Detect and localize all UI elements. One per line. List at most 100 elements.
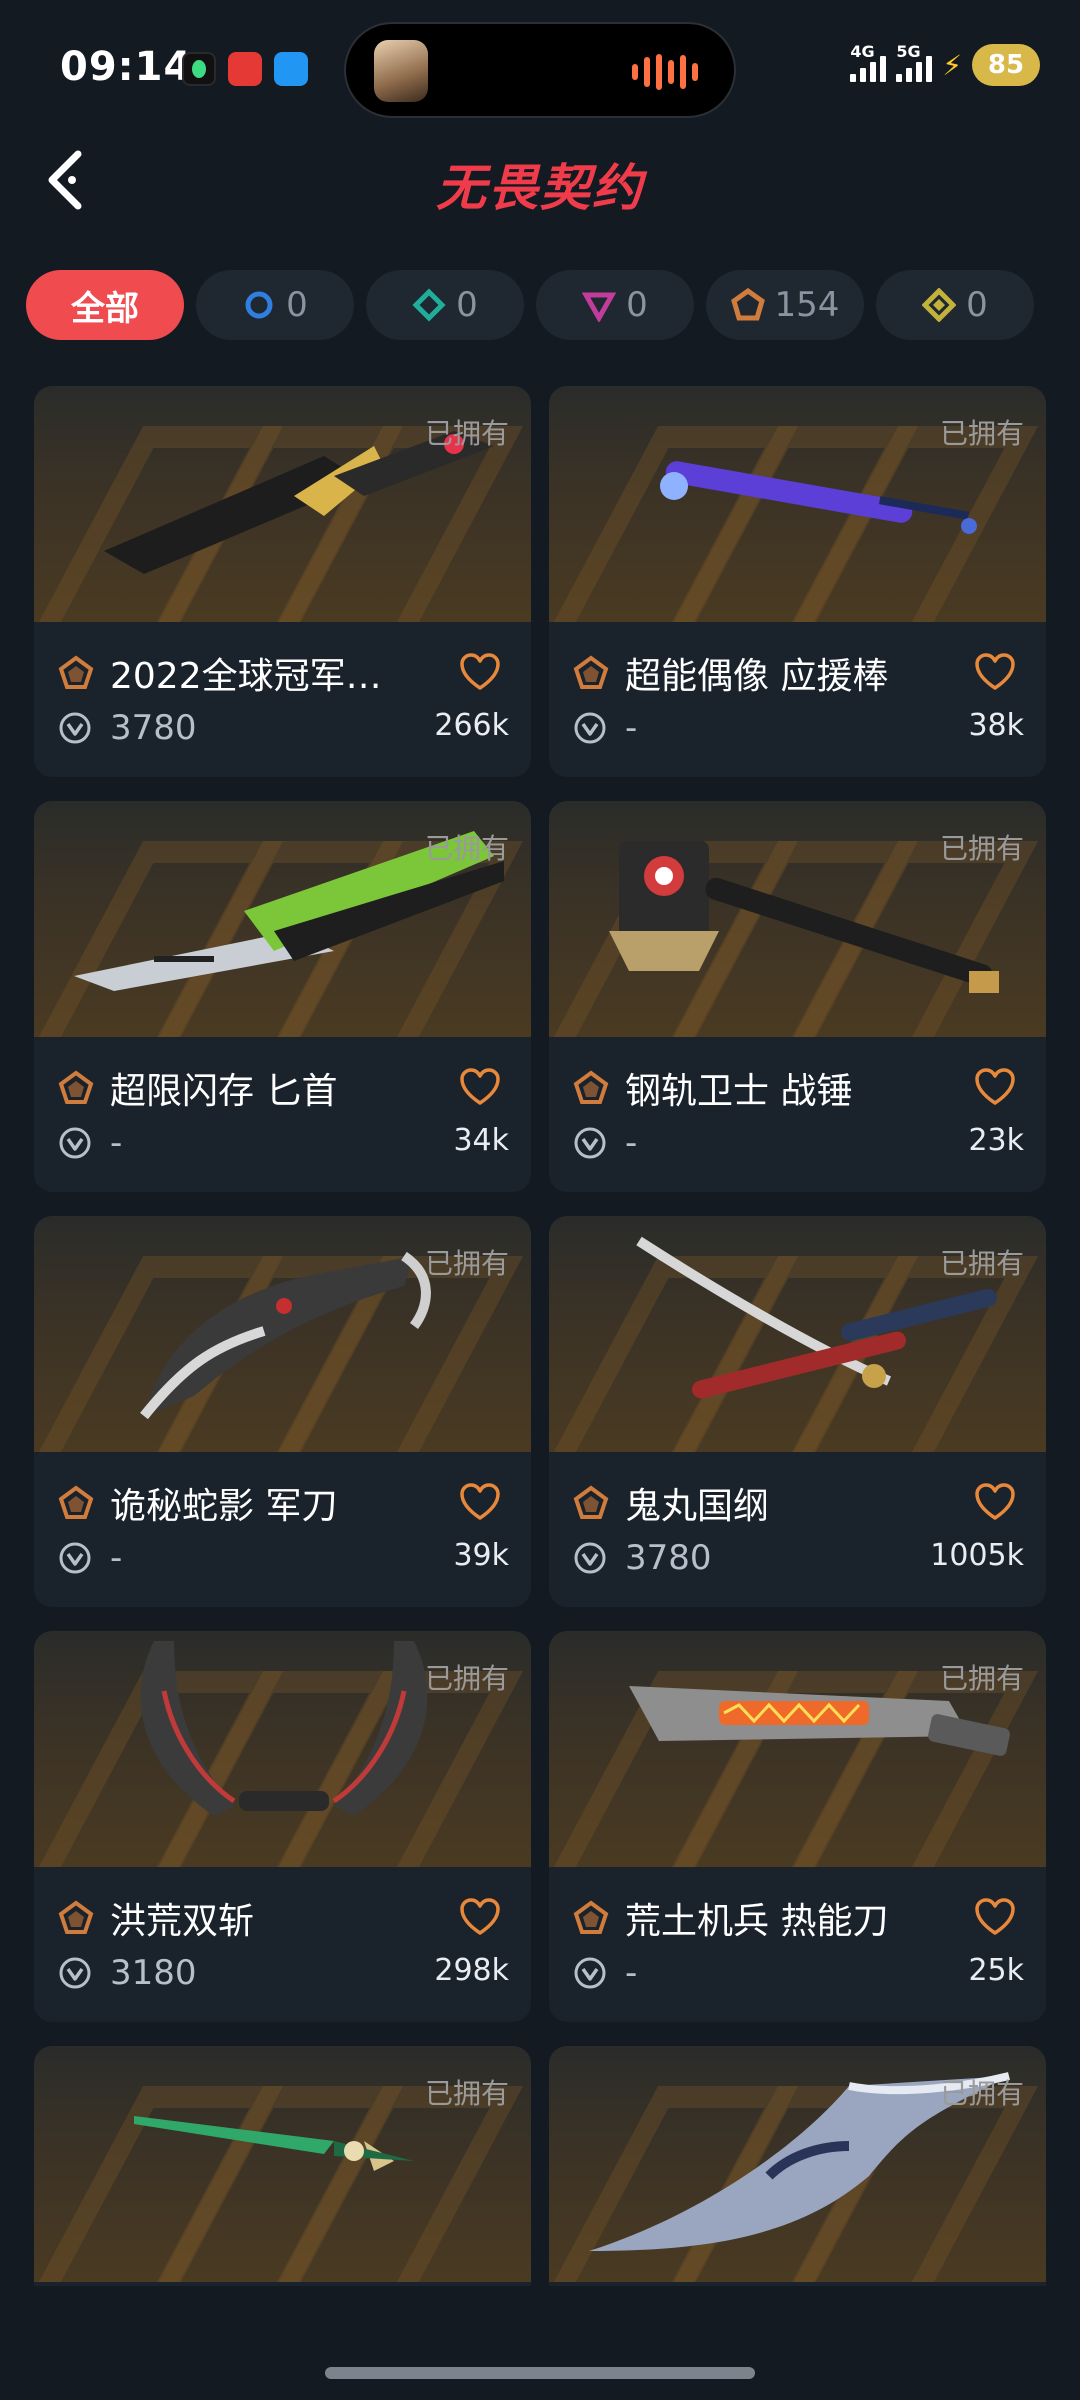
skin-card[interactable]: 已拥有 [549, 2046, 1046, 2286]
skin-name: 鬼丸国纲 [625, 1486, 770, 1527]
owned-label: 已拥有 [939, 417, 1024, 450]
pentagon-tier-icon [573, 1070, 609, 1104]
price-row: - [58, 1123, 122, 1163]
card-title-row: 超能偶像 应援棒 [573, 648, 1033, 698]
skin-art: 已拥有 [34, 1216, 531, 1452]
skin-art: 已拥有 [34, 801, 531, 1037]
skin-name: 超限闪存 匕首 [110, 1071, 338, 1112]
app-notification-icon [274, 52, 308, 86]
card-title-row: 钢轨卫士 战锤 [573, 1063, 1033, 1113]
skin-price: 3180 [110, 1953, 197, 1993]
rarity-filter-bar: 全部 0 0 0 154 0 [26, 270, 1034, 340]
page-title: 无畏契约 [436, 159, 644, 217]
skin-card[interactable]: 已拥有 洪荒双斩 3180 298k [34, 1631, 531, 2022]
signal-5g-icon: 5G [896, 42, 933, 82]
card-title-row: 荒土机兵 热能刀 [573, 1893, 1033, 1943]
heart-icon[interactable] [974, 1482, 1016, 1522]
valorant-points-icon [59, 1957, 91, 1989]
audio-wave-icon [632, 54, 698, 90]
valorant-points-icon [574, 1127, 606, 1159]
skin-name: 钢轨卫士 战锤 [625, 1071, 853, 1112]
skin-price: - [110, 1538, 123, 1578]
skin-name: 洪荒双斩 [110, 1901, 255, 1942]
heart-icon[interactable] [459, 1482, 501, 1522]
skin-grid: 已拥有 2022全球冠军… 3780 266k 已拥有 超能偶像 应援棒 - 3… [34, 386, 1046, 2286]
like-count: 25k [968, 1953, 1024, 1988]
filter-all-chip[interactable]: 全部 [26, 270, 184, 340]
network-label: 4G [850, 42, 875, 61]
skin-card[interactable]: 已拥有 [34, 2046, 531, 2286]
pentagon-tier-icon [573, 1900, 609, 1934]
skin-price: - [625, 708, 638, 748]
skin-price: - [625, 1953, 638, 1993]
filter-deluxe-chip[interactable]: 0 [366, 270, 524, 340]
heart-icon[interactable] [974, 652, 1016, 692]
signal-4g-icon: 4G [850, 42, 887, 82]
filter-select-chip[interactable]: 0 [196, 270, 354, 340]
pentagon-tier-icon [573, 655, 609, 689]
price-row: - [573, 1123, 637, 1163]
like-count: 38k [968, 708, 1024, 743]
filter-exclusive-chip[interactable]: 154 [706, 270, 864, 340]
skin-art: 已拥有 [549, 386, 1046, 622]
valorant-points-icon [59, 1127, 91, 1159]
skin-name: 2022全球冠军… [110, 656, 382, 697]
skin-price: 3780 [625, 1538, 712, 1578]
valorant-points-icon [574, 712, 606, 744]
pentagon-tier-icon [573, 1485, 609, 1519]
card-title-row: 2022全球冠军… [58, 648, 518, 698]
price-row: - [573, 1953, 637, 1993]
skin-card[interactable]: 已拥有 鬼丸国纲 3780 1005k [549, 1216, 1046, 1607]
skin-card[interactable]: 已拥有 超限闪存 匕首 - 34k [34, 801, 531, 1192]
heart-icon[interactable] [459, 1897, 501, 1937]
skin-price: - [110, 1123, 123, 1163]
clock: 09:14 [60, 44, 193, 90]
heart-icon[interactable] [974, 1897, 1016, 1937]
owned-label: 已拥有 [939, 2077, 1024, 2110]
dynamic-island-media[interactable] [344, 22, 736, 118]
heart-icon[interactable] [459, 652, 501, 692]
skin-card[interactable]: 已拥有 钢轨卫士 战锤 - 23k [549, 801, 1046, 1192]
app-notification-icon [182, 52, 216, 86]
like-count: 39k [453, 1538, 509, 1573]
owned-label: 已拥有 [939, 1247, 1024, 1280]
battery-icon: 85 [972, 44, 1040, 86]
notification-icons [182, 52, 308, 86]
chip-count: 0 [626, 285, 648, 325]
owned-label: 已拥有 [939, 832, 1024, 865]
like-count: 298k [434, 1953, 509, 1988]
skin-card[interactable]: 已拥有 诡秘蛇影 军刀 - 39k [34, 1216, 531, 1607]
price-row: 3780 [573, 1538, 712, 1578]
card-title-row: 洪荒双斩 [58, 1893, 518, 1943]
skin-card[interactable]: 已拥有 荒土机兵 热能刀 - 25k [549, 1631, 1046, 2022]
circle-gem-icon [245, 291, 273, 319]
owned-label: 已拥有 [939, 1662, 1024, 1695]
skin-art: 已拥有 [549, 2046, 1046, 2282]
card-title-row: 诡秘蛇影 军刀 [58, 1478, 518, 1528]
price-row: 3180 [58, 1953, 197, 1993]
price-row: - [573, 708, 637, 748]
filter-ultra-chip[interactable]: 0 [876, 270, 1034, 340]
skin-price: - [625, 1123, 638, 1163]
pentagon-tier-icon [58, 655, 94, 689]
skin-art: 已拥有 [549, 801, 1046, 1037]
home-indicator[interactable] [325, 2367, 755, 2379]
header: 无畏契约 [0, 130, 1080, 230]
chip-count: 154 [774, 285, 840, 325]
chip-label: 全部 [71, 288, 139, 329]
heart-icon[interactable] [974, 1067, 1016, 1107]
heart-icon[interactable] [459, 1067, 501, 1107]
triangle-gem-icon [582, 292, 617, 322]
card-title-row: 超限闪存 匕首 [58, 1063, 518, 1113]
skin-card[interactable]: 已拥有 2022全球冠军… 3780 266k [34, 386, 531, 777]
network-label: 5G [896, 42, 921, 61]
skin-price: 3780 [110, 708, 197, 748]
like-count: 266k [434, 708, 509, 743]
filter-premium-chip[interactable]: 0 [536, 270, 694, 340]
valorant-points-icon [574, 1957, 606, 1989]
owned-label: 已拥有 [424, 1247, 509, 1280]
skin-card[interactable]: 已拥有 超能偶像 应援棒 - 38k [549, 386, 1046, 777]
owned-label: 已拥有 [424, 417, 509, 450]
pentagon-gem-icon [730, 288, 765, 321]
chip-count: 0 [456, 285, 478, 325]
